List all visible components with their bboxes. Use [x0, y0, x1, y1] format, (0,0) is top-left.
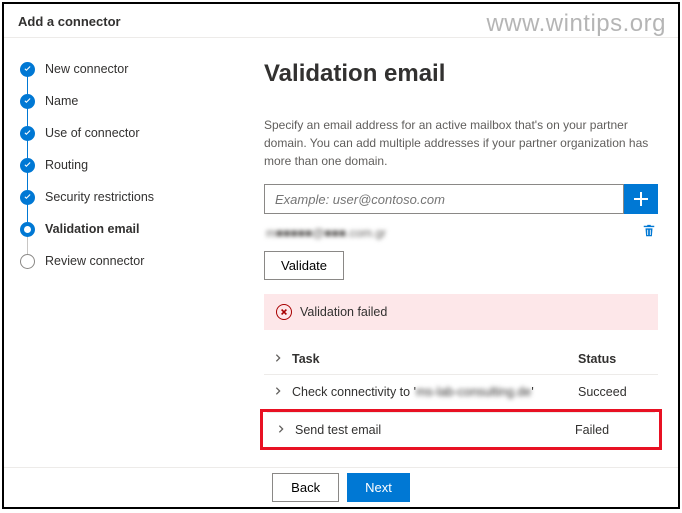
step-label: Review connector	[45, 254, 144, 268]
check-icon	[20, 94, 35, 109]
page-description: Specify an email address for an active m…	[264, 116, 658, 170]
task-cell: Send test email	[295, 423, 575, 437]
step-new-connector[interactable]: New connector	[20, 56, 204, 82]
dialog-header: Add a connector	[4, 4, 678, 38]
added-email-row: m■■■■■@■■■.com.gr	[264, 220, 658, 251]
check-icon	[20, 190, 35, 205]
expand-row-chevron[interactable]	[267, 423, 295, 437]
error-icon	[276, 304, 292, 320]
step-label: Name	[45, 94, 78, 108]
table-row: Send test email Failed	[267, 412, 655, 447]
plus-icon	[634, 192, 648, 206]
check-icon	[20, 62, 35, 77]
step-name[interactable]: Name	[20, 88, 204, 114]
check-icon	[20, 126, 35, 141]
trash-icon	[642, 224, 656, 238]
validate-button[interactable]: Validate	[264, 251, 344, 280]
col-task-header: Task	[292, 352, 578, 366]
step-label: Validation email	[45, 222, 139, 236]
validation-alert: Validation failed	[264, 294, 658, 330]
expand-row-chevron[interactable]	[264, 385, 292, 399]
step-security-restrictions[interactable]: Security restrictions	[20, 184, 204, 210]
current-step-icon	[20, 222, 35, 237]
check-icon	[20, 158, 35, 173]
step-use-of-connector[interactable]: Use of connector	[20, 120, 204, 146]
step-routing[interactable]: Routing	[20, 152, 204, 178]
step-label: New connector	[45, 62, 128, 76]
page-title: Validation email	[264, 60, 658, 88]
task-table: Task Status Check connectivity to 'ms-la…	[264, 344, 658, 450]
added-email-text: m■■■■■@■■■.com.gr	[266, 226, 386, 240]
expand-all-chevron[interactable]	[264, 352, 292, 366]
alert-text: Validation failed	[300, 305, 387, 319]
next-button[interactable]: Next	[347, 473, 410, 502]
dialog-footer: Back Next	[4, 467, 678, 507]
delete-email-button[interactable]	[642, 224, 656, 241]
table-row: Check connectivity to 'ms-lab-consulting…	[264, 374, 658, 409]
add-email-button[interactable]	[624, 184, 658, 214]
status-cell: Succeed	[578, 385, 658, 399]
col-status-header: Status	[578, 352, 658, 366]
back-button[interactable]: Back	[272, 473, 339, 502]
main-panel: Validation email Specify an email addres…	[204, 38, 678, 469]
dialog-title: Add a connector	[18, 14, 121, 29]
step-label: Security restrictions	[45, 190, 154, 204]
wizard-steps: New connector Name Use of connector Rout…	[4, 38, 204, 469]
step-label: Routing	[45, 158, 88, 172]
task-cell: Check connectivity to 'ms-lab-consulting…	[292, 385, 578, 399]
step-review-connector[interactable]: Review connector	[20, 248, 204, 274]
step-label: Use of connector	[45, 126, 140, 140]
pending-step-icon	[20, 254, 35, 269]
status-cell: Failed	[575, 423, 655, 437]
email-input[interactable]	[264, 184, 624, 214]
step-validation-email[interactable]: Validation email	[20, 216, 204, 242]
